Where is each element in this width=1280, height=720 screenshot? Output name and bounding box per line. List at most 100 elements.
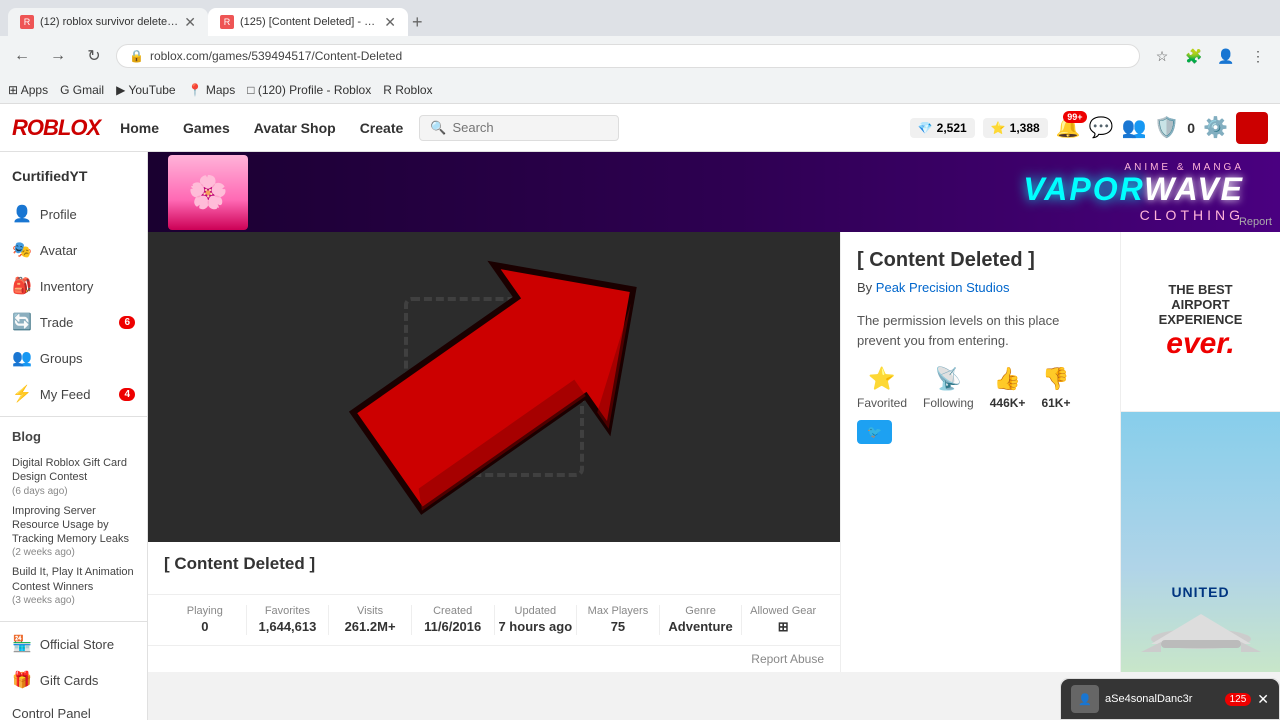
sidebar-label-gift-cards: Gift Cards <box>40 673 99 688</box>
genre-label: Genre <box>660 605 742 617</box>
tab1-favicon: R <box>20 15 34 29</box>
sidebar-username[interactable]: CurtifiedYT <box>0 160 147 196</box>
thumbs-up-icon: 👍 <box>994 366 1021 392</box>
extensions-button[interactable]: 🧩 <box>1180 42 1208 70</box>
sidebar-label-avatar: Avatar <box>40 243 77 258</box>
author-link[interactable]: Peak Precision Studios <box>876 280 1010 295</box>
blog-entry-2[interactable]: Improving Server Resource Usage by Track… <box>12 504 135 560</box>
nav-search-bar[interactable]: 🔍 <box>419 115 619 141</box>
right-panel: [ Content Deleted ] By Peak Precision St… <box>840 232 1120 672</box>
updated-value: 7 hours ago <box>495 619 577 634</box>
following-button[interactable]: 📡 Following <box>923 366 974 410</box>
blog-entry-3[interactable]: Build It, Play It Animation Contest Winn… <box>12 565 135 607</box>
chat-close-button[interactable]: ✕ <box>1257 691 1269 708</box>
blog-entry-1[interactable]: Digital Roblox Gift Card Design Contest … <box>12 456 135 498</box>
sidebar-divider-1 <box>0 416 147 417</box>
stat-updated: Updated 7 hours ago <box>495 605 578 635</box>
blog-entry-1-date: (6 days ago) <box>12 485 135 498</box>
trade-badge: 6 <box>119 316 135 329</box>
sidebar-label-inventory: Inventory <box>40 279 93 294</box>
visits-value: 261.2M+ <box>329 619 411 634</box>
tab1-close[interactable]: ✕ <box>184 14 196 31</box>
robux-display[interactable]: 💎 2,521 <box>910 118 975 138</box>
updated-label: Updated <box>495 605 577 617</box>
max-players-label: Max Players <box>577 605 659 617</box>
new-tab-button[interactable]: + <box>412 12 423 33</box>
character-emoji: 🌸 <box>188 173 228 211</box>
sidebar-label-groups: Groups <box>40 351 83 366</box>
game-full-title: [ Content Deleted ] <box>857 248 1104 272</box>
banner-text: anime & manga VAPORWAVE Clothing <box>248 162 1260 223</box>
friends-button[interactable]: 👥 <box>1121 115 1146 140</box>
sidebar-item-gift-cards[interactable]: 🎁 Gift Cards <box>0 662 147 698</box>
sidebar-item-profile[interactable]: 👤 Profile <box>0 196 147 232</box>
tab2-title: (125) [Content Deleted] - Roblo... <box>240 16 378 28</box>
reload-button[interactable]: ↻ <box>80 42 108 70</box>
account-button[interactable]: 👤 <box>1212 42 1240 70</box>
roblox-logo[interactable]: ROBLOX <box>12 115 100 141</box>
zero-button[interactable]: 0 <box>1187 120 1195 136</box>
toolbar-icons: ☆ 🧩 👤 ⋮ <box>1148 42 1272 70</box>
forward-button[interactable]: → <box>44 42 72 70</box>
notification-button[interactable]: 🔔 99+ <box>1056 115 1081 140</box>
sidebar-item-official-store[interactable]: 🏪 Official Store <box>0 626 147 662</box>
tab-bar: R (12) roblox survivor deleted - Yo... ✕… <box>0 0 1280 36</box>
user-avatar-nav[interactable] <box>1236 112 1268 144</box>
nav-games[interactable]: Games <box>183 116 230 140</box>
ad-line3: EXPERIENCE <box>1159 312 1243 327</box>
official-store-icon: 🏪 <box>12 634 32 654</box>
like-button[interactable]: 👍 446K+ <box>990 366 1026 410</box>
premium-display[interactable]: ⭐ 1,388 <box>983 118 1048 138</box>
nav-home[interactable]: Home <box>120 116 159 140</box>
twitter-share-button[interactable]: 🐦 <box>857 420 892 444</box>
ad-panel: THE BEST AIRPORT EXPERIENCE ever. UNITED <box>1120 232 1280 672</box>
bookmark-youtube[interactable]: ▶ YouTube <box>116 83 176 97</box>
sidebar-item-control-panel[interactable]: Control Panel <box>0 698 147 720</box>
ad-top[interactable]: THE BEST AIRPORT EXPERIENCE ever. <box>1121 232 1280 412</box>
premium-amount: 1,388 <box>1010 121 1040 135</box>
sidebar-label-official-store: Official Store <box>40 637 114 652</box>
game-author: By Peak Precision Studios <box>857 280 1104 295</box>
sidebar-label-profile: Profile <box>40 207 77 222</box>
bookmark-roblox[interactable]: R Roblox <box>383 83 432 97</box>
premium-icon: ⭐ <box>991 121 1006 135</box>
game-title-below: [ Content Deleted ] <box>164 554 824 574</box>
star-button[interactable]: ☆ <box>1148 42 1176 70</box>
report-abuse-link[interactable]: Report Abuse <box>148 645 840 672</box>
messages-button[interactable]: 💬 <box>1089 115 1114 140</box>
favorites-label: Favorites <box>247 605 329 617</box>
sidebar-item-groups[interactable]: 👥 Groups <box>0 340 147 376</box>
dislike-button[interactable]: 👎 61K+ <box>1041 366 1070 410</box>
visits-label: Visits <box>329 605 411 617</box>
sidebar-item-inventory[interactable]: 🎒 Inventory <box>0 268 147 304</box>
game-image-container: ⊘ <box>148 232 840 542</box>
address-bar[interactable]: 🔒 roblox.com/games/539494517/Content-Del… <box>116 44 1140 68</box>
sidebar-item-blog[interactable]: Blog <box>0 421 147 452</box>
tab-1[interactable]: R (12) roblox survivor deleted - Yo... ✕ <box>8 8 208 36</box>
bookmark-profile-roblox[interactable]: □ (120) Profile - Roblox <box>247 83 371 97</box>
favorited-label: Favorited <box>857 396 907 410</box>
chat-widget: 👤 aSe4sonalDanc3r 125 ✕ <box>1060 678 1280 720</box>
blog-entry-2-title: Improving Server Resource Usage by Track… <box>12 504 135 547</box>
favorited-button[interactable]: ⭐ Favorited <box>857 366 907 410</box>
nav-create[interactable]: Create <box>360 116 404 140</box>
tab-2[interactable]: R (125) [Content Deleted] - Roblo... ✕ <box>208 8 408 36</box>
shield-button[interactable]: 🛡️ <box>1154 115 1179 140</box>
trade-icon: 🔄 <box>12 312 32 332</box>
back-button[interactable]: ← <box>8 42 36 70</box>
bookmark-apps[interactable]: ⊞ Apps <box>8 83 48 97</box>
ad-bottom[interactable]: UNITED <box>1121 412 1280 672</box>
banner-report[interactable]: Report <box>1239 216 1272 228</box>
sidebar-item-trade[interactable]: 🔄 Trade 6 <box>0 304 147 340</box>
search-input[interactable] <box>452 120 602 135</box>
nav-avatar-shop[interactable]: Avatar Shop <box>254 116 336 140</box>
sidebar-item-avatar[interactable]: 🎭 Avatar <box>0 232 147 268</box>
sidebar-item-myfeed[interactable]: ⚡ My Feed 4 <box>0 376 147 412</box>
chat-badge: 125 <box>1225 693 1252 706</box>
bookmark-maps[interactable]: 📍 Maps <box>188 83 236 97</box>
tab2-close[interactable]: ✕ <box>384 14 396 31</box>
bookmark-gmail[interactable]: G Gmail <box>60 83 104 97</box>
settings-button[interactable]: ⚙️ <box>1203 115 1228 140</box>
stat-genre: Genre Adventure <box>660 605 743 635</box>
more-button[interactable]: ⋮ <box>1244 42 1272 70</box>
